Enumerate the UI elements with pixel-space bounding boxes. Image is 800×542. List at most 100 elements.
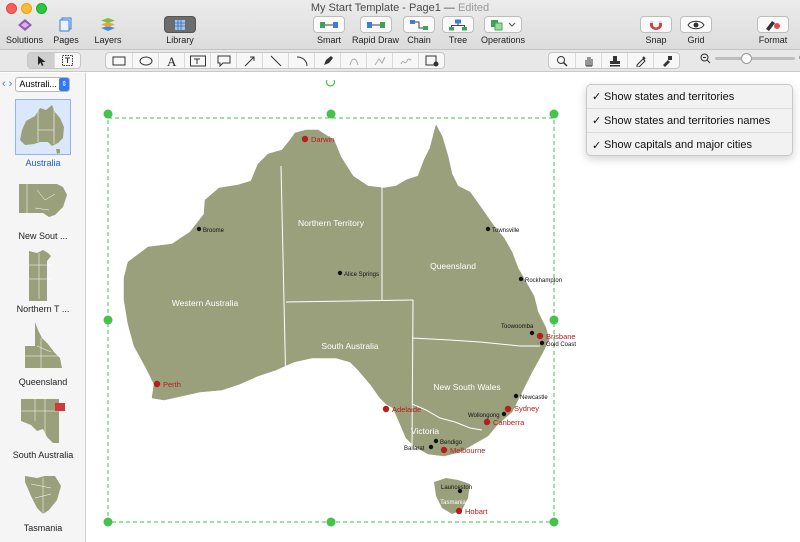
- pen-tool[interactable]: [314, 53, 340, 68]
- label-northern-territory: Northern Territory: [298, 218, 365, 228]
- chain-icon: [403, 16, 435, 33]
- grid-eye-icon: [680, 16, 712, 33]
- capital-dot[interactable]: [536, 332, 544, 340]
- svg-text:A: A: [167, 55, 177, 67]
- library-button[interactable]: Library: [164, 16, 196, 45]
- library-item-label: Tasmania: [23, 523, 63, 533]
- zoom-slider[interactable]: [715, 53, 795, 64]
- label-brisbane: Brisbane: [546, 332, 576, 341]
- capital-dot[interactable]: [504, 405, 512, 413]
- ellipse-tool[interactable]: [132, 53, 158, 68]
- arc-icon: [296, 56, 307, 66]
- label-darwin: Darwin: [311, 135, 334, 144]
- forward-arrow-icon[interactable]: ›: [9, 78, 13, 90]
- text-tool[interactable]: A: [158, 53, 184, 68]
- arrow-line-tool[interactable]: [236, 53, 262, 68]
- layers-button[interactable]: Layers: [92, 16, 124, 45]
- rapid-draw-label: Rapid Draw: [352, 35, 400, 45]
- label-tasmania: Tasmania: [440, 500, 466, 506]
- label-townsville: Townsville: [492, 228, 520, 234]
- label-melbourne: Melbourne: [450, 446, 485, 455]
- capital-dot[interactable]: [455, 507, 463, 515]
- label-canberra: Canberra: [493, 418, 525, 427]
- polyline-tool[interactable]: [366, 53, 392, 68]
- label-perth: Perth: [163, 380, 181, 389]
- city-dot[interactable]: [428, 444, 434, 450]
- freehand-tool[interactable]: [392, 53, 418, 68]
- zoom-slider-knob[interactable]: [741, 53, 752, 64]
- window-title: My Start Template - Page1 — Edited: [310, 2, 490, 14]
- city-dot[interactable]: [529, 330, 535, 336]
- insert-shape-tool[interactable]: [418, 53, 444, 68]
- city-dot[interactable]: [501, 411, 507, 417]
- checkmark-icon: ✓: [592, 139, 602, 152]
- magnifier-icon: [557, 55, 568, 67]
- city-dot[interactable]: [539, 340, 545, 346]
- line-tool[interactable]: [262, 53, 288, 68]
- chain-button[interactable]: Chain: [403, 16, 435, 45]
- city-dot[interactable]: [196, 226, 202, 232]
- library-item-south-australia[interactable]: South Australia: [0, 391, 86, 460]
- format-brush-icon: [757, 16, 789, 33]
- city-dot[interactable]: [433, 438, 439, 444]
- eyedropper-tool[interactable]: [627, 53, 653, 68]
- library-item-australia[interactable]: Australia: [0, 99, 86, 168]
- pages-button[interactable]: Pages: [50, 16, 82, 45]
- rapid-draw-icon: [359, 16, 392, 33]
- capital-dot[interactable]: [301, 135, 309, 143]
- city-dot[interactable]: [518, 276, 524, 282]
- checkmark-icon: ✓: [592, 115, 602, 127]
- tree-button[interactable]: Tree: [442, 16, 474, 45]
- capital-dot[interactable]: [153, 380, 161, 388]
- capital-dot[interactable]: [382, 405, 390, 413]
- label-newcastle: Newcastle: [520, 395, 548, 401]
- snap-button[interactable]: Snap: [640, 16, 672, 45]
- library-item-tasmania[interactable]: Tasmania: [0, 464, 86, 533]
- grid-button[interactable]: Grid: [680, 16, 712, 45]
- edited-status: Edited: [457, 2, 490, 14]
- library-item-new-south-wales[interactable]: New Sout ...: [0, 172, 86, 241]
- zoom-tool[interactable]: [549, 53, 575, 68]
- smart-button[interactable]: Smart: [313, 16, 345, 45]
- window-titlebar: My Start Template - Page1 — Edited Solut…: [0, 0, 800, 50]
- new-south-wales-thumbnail: [15, 172, 71, 228]
- mainland-shape[interactable]: [123, 124, 550, 457]
- capital-dot[interactable]: [483, 418, 491, 426]
- menu-item-show-states[interactable]: ✓ Show states and territories: [587, 85, 792, 109]
- format-button[interactable]: Format: [757, 16, 789, 45]
- rectangle-tool[interactable]: [106, 53, 132, 68]
- operations-label: Operations: [481, 35, 526, 45]
- solutions-button[interactable]: Solutions: [6, 16, 43, 45]
- menu-item-label: Show capitals and major cities: [604, 139, 752, 151]
- label-sydney: Sydney: [514, 404, 539, 413]
- city-dot[interactable]: [337, 270, 343, 276]
- pointer-tool[interactable]: [28, 53, 54, 68]
- polyline-icon: [374, 56, 385, 65]
- library-item-queensland[interactable]: Queensland: [0, 318, 86, 387]
- callout-tool[interactable]: [210, 53, 236, 68]
- city-dot[interactable]: [485, 226, 491, 232]
- text-select-tool[interactable]: [54, 53, 80, 68]
- library-select[interactable]: Australi... ⇕: [15, 76, 71, 92]
- rapid-draw-button[interactable]: Rapid Draw: [352, 16, 399, 45]
- format-painter-tool[interactable]: [653, 53, 679, 68]
- library-item-northern-territory[interactable]: Northern T ...: [0, 245, 86, 314]
- label-victoria: Victoria: [411, 426, 439, 436]
- smart-connector-icon: [313, 16, 345, 33]
- bezier-tool[interactable]: [340, 53, 366, 68]
- drawing-toolbar: A: [0, 50, 800, 72]
- capital-dot[interactable]: [440, 446, 448, 454]
- arc-tool[interactable]: [288, 53, 314, 68]
- pan-tool[interactable]: [575, 53, 601, 68]
- menu-item-show-state-names[interactable]: ✓ Show states and territories names: [587, 109, 792, 133]
- menu-item-show-capitals[interactable]: ✓ Show capitals and major cities: [587, 133, 792, 157]
- zoom-out-icon[interactable]: [700, 53, 711, 64]
- northern-territory-thumbnail: [15, 245, 71, 301]
- label-gold-coast: Gold Coast: [546, 342, 576, 348]
- back-arrow-icon[interactable]: ‹: [2, 78, 6, 90]
- stamp-tool[interactable]: [601, 53, 627, 68]
- rotate-handle-icon[interactable]: [325, 79, 336, 87]
- operations-button[interactable]: Operations: [481, 16, 525, 45]
- text-block-tool[interactable]: [184, 53, 210, 68]
- city-dot[interactable]: [513, 393, 519, 399]
